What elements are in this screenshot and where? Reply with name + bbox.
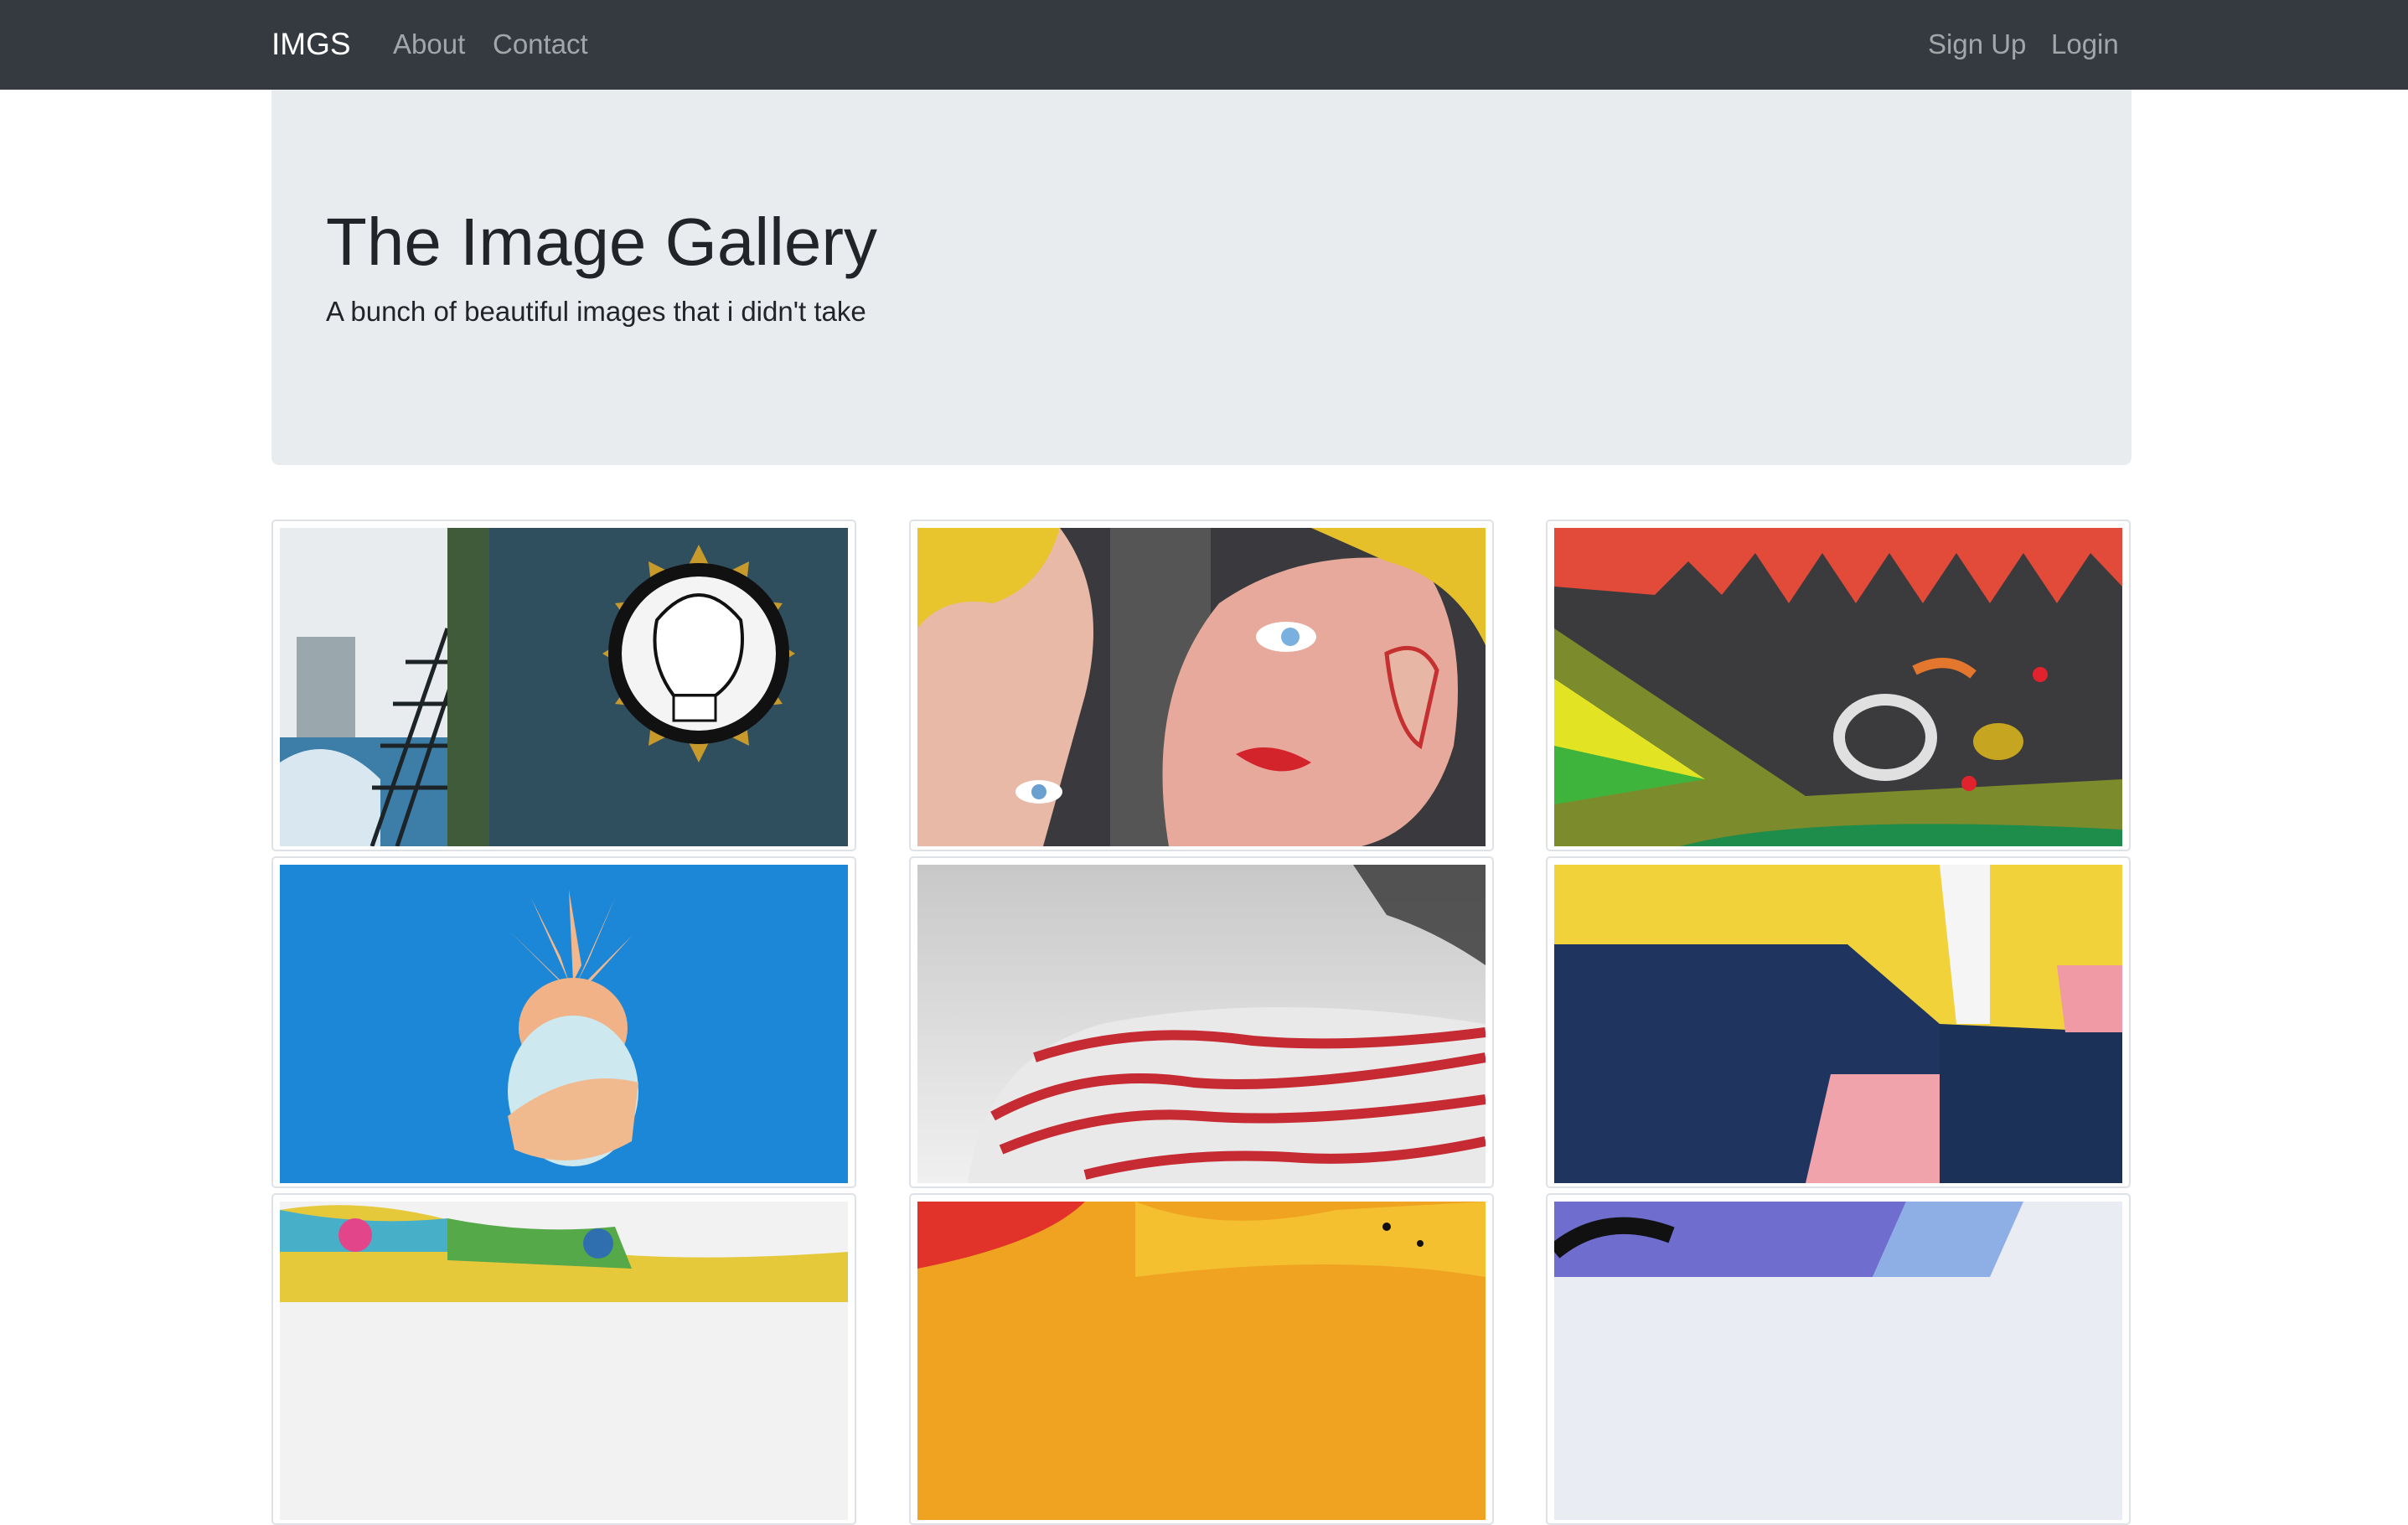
gallery-image-purple-shapes[interactable]: [1554, 1202, 2122, 1520]
gallery-card-graffiti-closeup[interactable]: [1546, 520, 2131, 851]
gallery-image-graffiti-closeup[interactable]: [1554, 528, 2122, 846]
gallery-card-pineapple[interactable]: [271, 856, 856, 1188]
gallery-image-colorful-graffiti[interactable]: [280, 1202, 848, 1520]
gallery-card-orange-paint[interactable]: [909, 1193, 1494, 1525]
gallery-card-abstract-wall[interactable]: [1546, 856, 2131, 1188]
gallery-image-abstract-wall[interactable]: [1554, 865, 2122, 1183]
gallery-image-pineapple[interactable]: [280, 865, 848, 1183]
nav-link-about[interactable]: About: [393, 26, 465, 63]
gallery-card-colorful-graffiti[interactable]: [271, 1193, 856, 1525]
gallery-image-orange-paint[interactable]: [917, 1202, 1486, 1520]
page-title: The Image Gallery: [326, 204, 878, 279]
gallery-image-pop-art-faces[interactable]: [917, 528, 1486, 846]
gallery-card-pop-art-faces[interactable]: [909, 520, 1494, 851]
jumbotron: The Image Gallery A bunch of beautiful i…: [271, 90, 2132, 465]
nav-link-login[interactable]: Login: [2051, 26, 2119, 63]
navbar: IMGS About Contact Sign Up Login: [0, 0, 2408, 90]
gallery-card-mural-portrait[interactable]: [271, 520, 856, 851]
gallery-card-striped-building[interactable]: [909, 856, 1494, 1188]
gallery-image-mural-portrait[interactable]: [280, 528, 848, 846]
nav-link-contact[interactable]: Contact: [493, 26, 588, 63]
gallery-image-striped-building[interactable]: [917, 865, 1486, 1183]
gallery-card-purple-shapes[interactable]: [1546, 1193, 2131, 1525]
nav-link-sign-up[interactable]: Sign Up: [1928, 26, 2026, 63]
brand-logo[interactable]: IMGS: [271, 24, 351, 65]
page-subtitle: A bunch of beautiful images that i didn'…: [326, 296, 866, 327]
